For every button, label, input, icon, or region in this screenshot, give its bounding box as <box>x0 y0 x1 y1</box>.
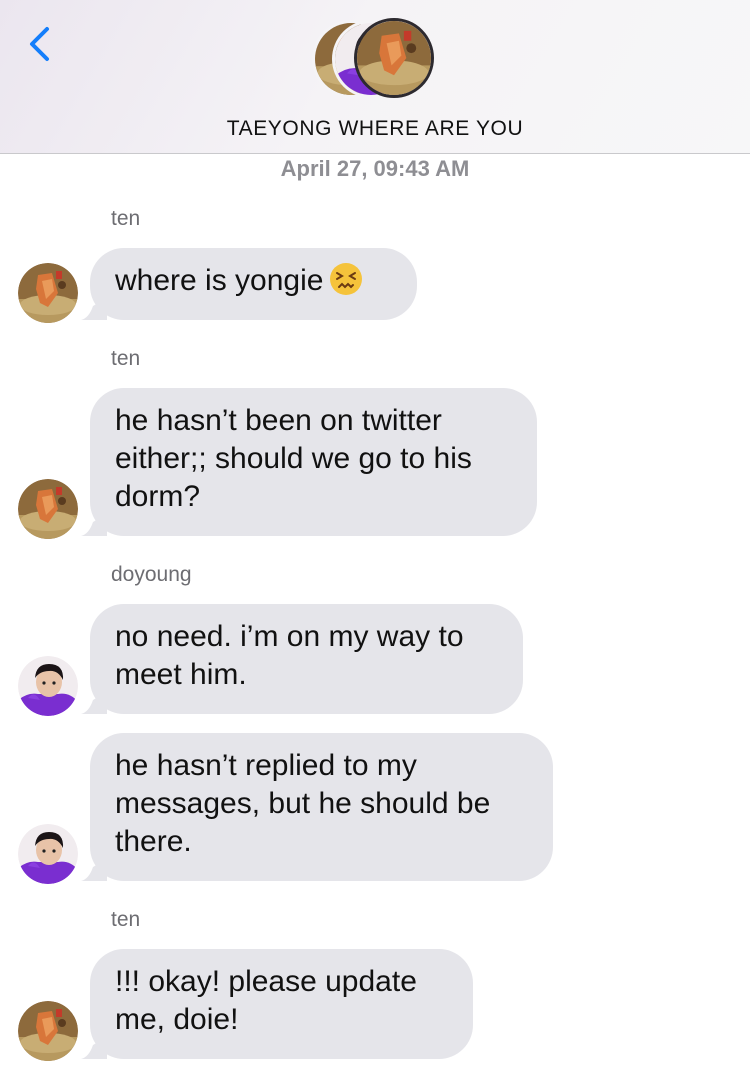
message-text: he hasn’t been on twitter either;; shoul… <box>115 404 472 513</box>
avatar[interactable] <box>18 656 78 716</box>
conversation-title[interactable]: TAEYONG WHERE ARE YOU <box>0 117 750 141</box>
chevron-left-icon <box>30 27 49 61</box>
confounded-face-icon <box>329 262 363 306</box>
avatar[interactable] <box>18 263 78 323</box>
message-bubble[interactable]: he hasn’t replied to my messages, but he… <box>81 733 553 881</box>
message-bubble[interactable]: he hasn’t been on twitter either;; shoul… <box>81 388 537 536</box>
message-bubble[interactable]: !!! okay! please update me, doie! <box>81 949 473 1059</box>
message-bubble[interactable]: no need. i’m on my way to meet him. <box>81 604 523 714</box>
group-avatar <box>354 18 434 98</box>
message-text: !!! okay! please update me, doie! <box>115 965 417 1036</box>
avatar[interactable] <box>18 824 78 884</box>
avatar[interactable] <box>18 479 78 539</box>
sender-name: ten <box>111 207 141 230</box>
message-text: he hasn’t replied to my messages, but he… <box>115 749 491 858</box>
sender-name: ten <box>111 347 141 370</box>
message-bubble[interactable]: where is yongie <box>81 248 417 320</box>
message-text: no need. i’m on my way to meet him. <box>115 620 464 691</box>
message-timestamp: April 27, 09:43 AM <box>280 156 470 181</box>
group-avatar-stack[interactable] <box>312 18 442 102</box>
sender-name: ten <box>111 908 141 931</box>
avatar[interactable] <box>18 1001 78 1061</box>
sender-name: doyoung <box>111 563 192 586</box>
back-button[interactable] <box>22 22 62 66</box>
conversation-header: TAEYONG WHERE ARE YOU <box>0 0 750 154</box>
message-text: where is yongie <box>115 264 324 297</box>
